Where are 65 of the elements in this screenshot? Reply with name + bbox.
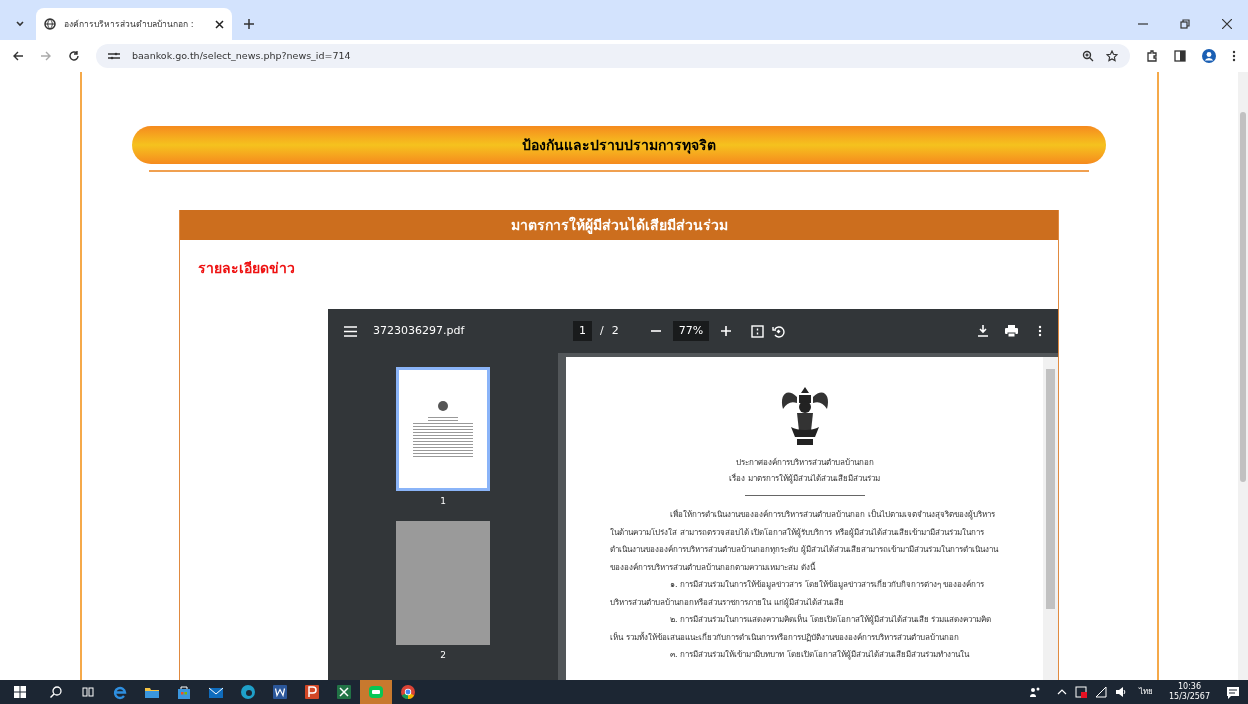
- section-title: มาตรการให้ผู้มีส่วนได้เสียมีส่วนร่วม: [180, 210, 1058, 240]
- speaker-icon[interactable]: [1114, 686, 1127, 698]
- clock-time[interactable]: 10:36: [1177, 682, 1201, 692]
- pdf-filename: 3723036297.pdf: [373, 322, 466, 339]
- notification-icon[interactable]: [1226, 685, 1240, 699]
- rotate-icon[interactable]: [772, 324, 786, 338]
- browser-logo-icon: [400, 684, 416, 700]
- globe-icon: [44, 18, 56, 30]
- page-miniature-drawing: [413, 401, 473, 457]
- network-icon[interactable]: [1094, 686, 1107, 698]
- document-paragraph: ๒. การมีส่วนร่วมในการแสดงความคิดเห็น โดยเปิดโอกาสให้ผู้มีส่วนได้ส่วนเสีย ร่วมแสดงความคิดเห็น รวมทั้งให้ข้อเสนอแนะเกี่ยวกับการดำเนินการหรือการปฏิบัติงานขององค์การบริหารส่วนตำบลบ้านกอก: [610, 613, 993, 644]
- address-bar[interactable]: baankok.go.th/select_news.php?news_id=714: [96, 44, 1130, 68]
- document-heading-line: ประกาศองค์การบริหารส่วนตำบลบ้านกอก: [735, 457, 874, 469]
- scrollbar[interactable]: [1043, 357, 1058, 680]
- shopping-bag-icon: [176, 684, 192, 700]
- people-icon[interactable]: [1028, 686, 1041, 698]
- zoom-field[interactable]: 77%: [672, 320, 710, 342]
- document-paragraph: ๓. การมีส่วนร่วมให้เข้ามามีบทบาท โดยเปิดโอกาสให้ผู้มีส่วนได้ส่วนเสียมีส่วนร่วมทำงานใน: [669, 649, 971, 662]
- zoom-icon[interactable]: [1082, 50, 1094, 62]
- star-icon[interactable]: [1106, 50, 1118, 62]
- site-settings-icon[interactable]: [108, 51, 120, 61]
- download-icon[interactable]: [977, 325, 989, 337]
- tab-title: องค์การบริหารส่วนตำบลบ้านกอก :: [64, 17, 195, 31]
- thumbnail-label: 2: [440, 648, 446, 662]
- document-p-icon: [304, 684, 320, 700]
- reload-icon[interactable]: [68, 50, 80, 62]
- side-panel-icon[interactable]: [1174, 50, 1186, 62]
- page-thumbnail[interactable]: [396, 367, 490, 491]
- input-language[interactable]: ไทย: [1138, 686, 1153, 698]
- back-arrow-icon[interactable]: [12, 50, 24, 62]
- document-w-icon: [272, 684, 288, 700]
- page-total: 2: [611, 322, 619, 339]
- caret-icon[interactable]: [1056, 688, 1067, 696]
- search-icon[interactable]: [50, 686, 62, 698]
- restore-icon[interactable]: [1180, 19, 1190, 29]
- page-separator: /: [600, 322, 604, 339]
- close-icon[interactable]: [1222, 19, 1232, 29]
- document-paragraph: เพื่อให้การดำเนินงานขององค์การบริหารส่วนตำบลบ้านกอก เป็นไปตามเจตจำนงสุจริตของผู้บริหาร ในด้านความโปร่งใส สามารถตรวจสอบได้ เปิดโอกาสให้ผู้รับบริการ หรือผู้มีส่วนได้ส่วนเสียเข้ามามีส่วนร่วมในการดำเนินงานขององค์การบริหารส่วนตำบลบ้านกอกทุกระดับ ผู้มีส่วนได้ส่วนเสียสามารถเข้ามามีส่วนร่วมในการดำเนินงานขององค์การบริหารส่วนตำบลบ้านกอกตามความเหมาะสม ดังนี้: [610, 508, 999, 574]
- close-icon[interactable]: [215, 19, 224, 29]
- clock-date[interactable]: 15/3/2567: [1168, 692, 1210, 702]
- more-menu-icon[interactable]: [1038, 325, 1042, 337]
- scrollbar[interactable]: [1238, 72, 1248, 680]
- fit-page-icon[interactable]: [751, 324, 765, 338]
- extensions-icon[interactable]: [1146, 50, 1158, 62]
- e-letter-icon: [112, 684, 128, 700]
- zoom-in-icon[interactable]: [721, 326, 732, 336]
- url-text: baankok.go.th/select_news.php?news_id=714: [132, 48, 352, 63]
- profile-icon[interactable]: [1202, 49, 1216, 63]
- thumbnail-label: 1: [440, 495, 446, 508]
- new-tab-icon[interactable]: [244, 19, 254, 29]
- more-menu-icon[interactable]: [1232, 50, 1236, 62]
- news-heading: รายละเอียดข่าว: [197, 259, 296, 278]
- spreadsheet-icon: [336, 684, 352, 700]
- start-icon[interactable]: [14, 686, 26, 698]
- banner: ป้องกันและปราบปรามการทุจริต: [132, 126, 1106, 164]
- page-thumbnail[interactable]: [396, 520, 490, 645]
- document-paragraph: ๑. การมีส่วนร่วมในการให้ข้อมูลข่าวสาร โดยให้ข้อมูลข่าวสารเกี่ยวกับกิจการต่างๆ ขององค์การบริหารส่วนตำบลบ้านกอกหรือส่วนราชการภายใน แก่ผู้มีส่วนได้ส่วนเสีย: [610, 578, 986, 610]
- app-tray-icon[interactable]: [1074, 686, 1087, 698]
- document-heading-line: เรื่อง มาตรการให้ผู้มีส่วนได้ส่วนเสียมีส่วนร่วม: [729, 472, 880, 486]
- browser-tab[interactable]: องค์การบริหารส่วนตำบลบ้านกอก :: [36, 8, 232, 40]
- chat-bubble-icon: [368, 684, 384, 700]
- task-view-icon[interactable]: [82, 686, 94, 698]
- menu-icon[interactable]: [344, 325, 357, 337]
- page-number-field[interactable]: 1: [573, 320, 592, 342]
- print-icon[interactable]: [1005, 325, 1018, 337]
